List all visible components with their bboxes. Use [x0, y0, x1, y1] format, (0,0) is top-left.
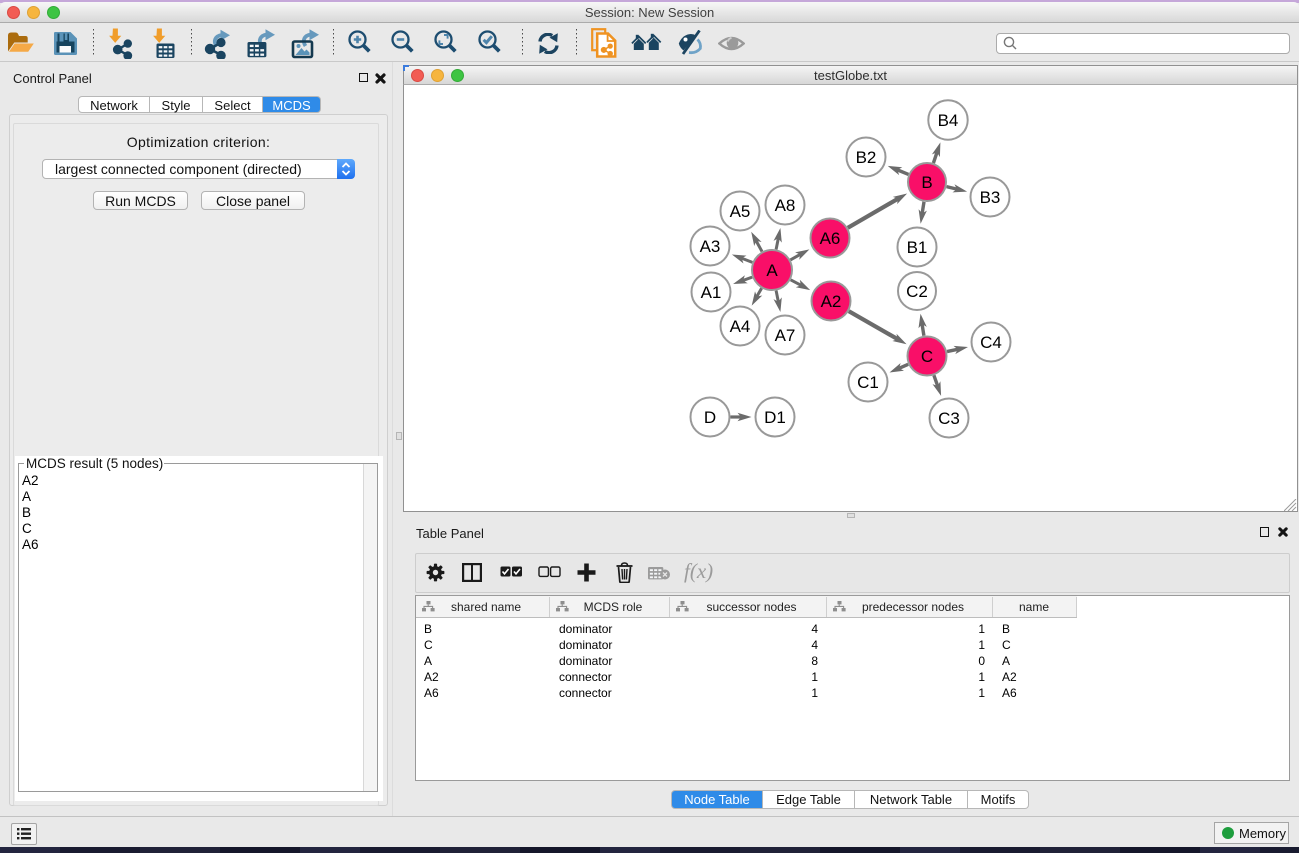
svg-text:C: C [921, 347, 933, 366]
svg-text:A6: A6 [820, 229, 841, 248]
svg-text:A8: A8 [775, 196, 796, 215]
svg-text:A: A [766, 261, 778, 280]
svg-text:B2: B2 [856, 148, 877, 167]
svg-text:C1: C1 [857, 373, 879, 392]
svg-text:B3: B3 [980, 188, 1001, 207]
svg-text:D: D [704, 408, 716, 427]
svg-text:C2: C2 [906, 282, 928, 301]
svg-text:B: B [921, 173, 932, 192]
svg-text:B4: B4 [938, 111, 959, 130]
svg-text:A1: A1 [701, 283, 722, 302]
svg-text:A7: A7 [775, 326, 796, 345]
svg-text:C3: C3 [938, 409, 960, 428]
svg-text:D1: D1 [764, 408, 786, 427]
svg-text:A3: A3 [700, 237, 721, 256]
svg-text:C4: C4 [980, 333, 1002, 352]
svg-text:A2: A2 [821, 292, 842, 311]
svg-text:B1: B1 [907, 238, 928, 257]
svg-text:A5: A5 [730, 202, 751, 221]
svg-text:A4: A4 [730, 317, 751, 336]
